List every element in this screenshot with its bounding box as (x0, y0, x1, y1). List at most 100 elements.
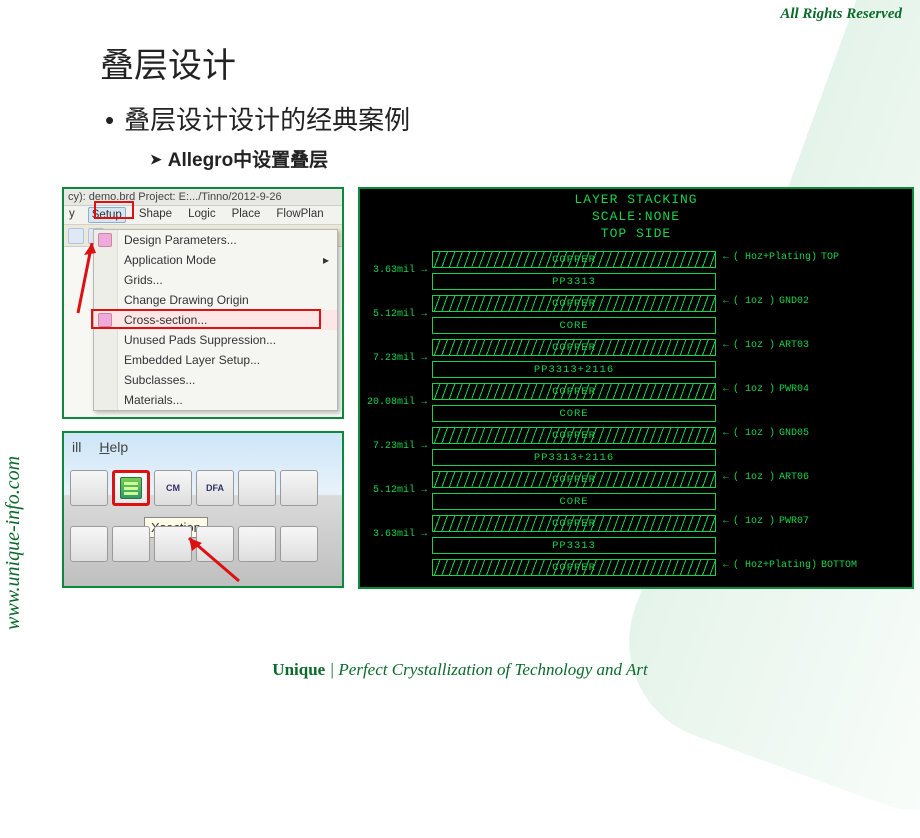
stack-layer: COPPER← ( 1oz ) PWR07 (360, 513, 912, 535)
tool-button[interactable] (70, 526, 108, 562)
cm-button[interactable]: CM (154, 470, 192, 506)
tool-button[interactable] (154, 526, 192, 562)
layer-bar: PP3313 (432, 273, 716, 290)
xsection-icon (120, 477, 142, 499)
footer-sep: | (325, 660, 338, 679)
label: Unused Pads Suppression... (124, 333, 276, 347)
tool-button[interactable] (238, 526, 276, 562)
layer-bar: COPPER (432, 339, 716, 356)
layer-bar: CORE (432, 405, 716, 422)
stack-body: COPPER← ( Hoz+Plating) TOPPP33133.63mil … (360, 249, 912, 585)
tool-button[interactable] (112, 526, 150, 562)
layer-thickness: 7.23mil → (362, 353, 427, 364)
label: DFA (206, 483, 224, 493)
layer-bar: CORE (432, 493, 716, 510)
menu-shape[interactable]: Shape (136, 207, 175, 223)
menu-fragment: ill Help (72, 439, 128, 455)
layer-weight: ( 1oz ) (733, 340, 775, 351)
stack-layer: COPPER ← ( 1oz ) GND05 (360, 425, 912, 447)
menu-y[interactable]: y (66, 207, 78, 223)
label: Subclasses... (124, 373, 195, 387)
bullet-dot: • (105, 105, 114, 135)
submenu-arrow-icon: ▸ (323, 253, 329, 267)
menu-place[interactable]: Place (229, 207, 264, 223)
footer: Unique | Perfect Crystallization of Tech… (0, 660, 920, 680)
stack-layer: COPPER← ( 1oz ) PWR04 (360, 381, 912, 403)
layer-stacking-diagram: LAYER STACKING SCALE:NONE TOP SIDE COPPE… (358, 187, 914, 589)
layer-name: ART06 (779, 472, 809, 483)
tool-button[interactable] (68, 228, 84, 244)
toolbar-zoom-screenshot: ill Help CM DFA Xsection (62, 431, 344, 588)
tool-button[interactable] (196, 526, 234, 562)
menu-item-change-origin[interactable]: Change Drawing Origin (94, 290, 337, 310)
layer-name: ART03 (779, 340, 809, 351)
menu-item-grids[interactable]: Grids... (94, 270, 337, 290)
layer-thickness: 3.63mil → (362, 529, 427, 540)
dfa-button[interactable]: DFA (196, 470, 234, 506)
menu-item-unused-pads[interactable]: Unused Pads Suppression... (94, 330, 337, 350)
bullet-line: •叠层设计设计的经典案例 (105, 100, 410, 137)
layer-right-note: ← ( 1oz ) ART06 (723, 472, 809, 483)
menu-help[interactable]: Help (99, 439, 128, 455)
menu-item-materials[interactable]: Materials... (94, 390, 337, 410)
layer-bar: PP3313+2116 (432, 361, 716, 378)
stack-header: LAYER STACKING SCALE:NONE TOP SIDE (360, 189, 912, 243)
layer-name: GND05 (779, 428, 809, 439)
label: Cross-section... (124, 313, 207, 327)
menu-item-design-parameters[interactable]: Design Parameters... (94, 230, 337, 250)
menu-item-embedded-layer[interactable]: Embedded Layer Setup... (94, 350, 337, 370)
menu-item-subclasses[interactable]: Subclasses... (94, 370, 337, 390)
label: CM (166, 483, 180, 493)
layer-name: TOP (821, 252, 839, 263)
menu-setup[interactable]: Setup (88, 207, 126, 223)
arrow-icon: ← (723, 384, 729, 395)
layer-bar: PP3313 (432, 537, 716, 554)
arrow-icon: ← (723, 516, 729, 527)
layer-weight: ( Hoz+Plating) (733, 252, 817, 263)
layer-weight: ( 1oz ) (733, 428, 775, 439)
stack-layer: CORE5.12mil → (360, 315, 912, 337)
layer-name: PWR04 (779, 384, 809, 395)
stack-layer: CORE20.08mil → (360, 403, 912, 425)
stack-layer: COPPER← ( 1oz ) GND02 (360, 293, 912, 315)
window-titlebar: cy): demo.brd Project: E:.../Tinno/2012-… (64, 189, 342, 206)
tool-button[interactable] (280, 470, 318, 506)
menu-flowplan[interactable]: FlowPlan (273, 207, 326, 223)
stack-scale: SCALE:NONE (360, 209, 912, 226)
tool-button[interactable] (280, 526, 318, 562)
menu-item-cross-section[interactable]: Cross-section... (94, 310, 337, 330)
arrow-icon: ← (723, 252, 729, 263)
menu-item-application-mode[interactable]: Application Mode▸ (94, 250, 337, 270)
stack-layer: COPPER← ( 1oz ) ART06 (360, 469, 912, 491)
stack-layer: PP3313+21167.23mil → (360, 447, 912, 469)
arrow-icon: ← (723, 340, 729, 351)
sub-bullet-icon: ➤ (150, 151, 162, 167)
setup-dropdown: Design Parameters... Application Mode▸ G… (93, 229, 338, 411)
layer-thickness: 20.08mil → (362, 397, 427, 408)
layer-weight: ( Hoz+Plating) (733, 560, 817, 571)
arrow-icon: ← (723, 472, 729, 483)
layer-thickness: 5.12mil → (362, 485, 427, 496)
menu-logic[interactable]: Logic (185, 207, 219, 223)
footer-slogan: Perfect Crystallization of Technology an… (338, 660, 647, 679)
stack-layer: COPPER← ( Hoz+Plating) TOP (360, 249, 912, 271)
tool-button[interactable] (70, 470, 108, 506)
rights-reserved: All Rights Reserved (780, 6, 902, 23)
layer-right-note: ← ( 1oz ) GND05 (723, 428, 809, 439)
menu-ill[interactable]: ill (72, 439, 81, 455)
layer-thickness: 5.12mil → (362, 309, 427, 320)
layer-bar: COPPER (432, 427, 716, 444)
layer-weight: ( 1oz ) (733, 384, 775, 395)
layer-weight: ( 1oz ) (733, 472, 775, 483)
toolbar-row-2 (68, 523, 338, 565)
footer-brand: Unique (272, 660, 325, 679)
page-title: 叠层设计 (100, 38, 236, 87)
label: Grids... (124, 273, 163, 287)
layer-weight: ( 1oz ) (733, 296, 775, 307)
tool-button[interactable] (238, 470, 276, 506)
xsection-button[interactable] (112, 470, 150, 506)
label: Change Drawing Origin (124, 293, 249, 307)
layer-thickness: 7.23mil → (362, 441, 427, 452)
layer-weight: ( 1oz ) (733, 516, 775, 527)
label: Embedded Layer Setup... (124, 353, 260, 367)
